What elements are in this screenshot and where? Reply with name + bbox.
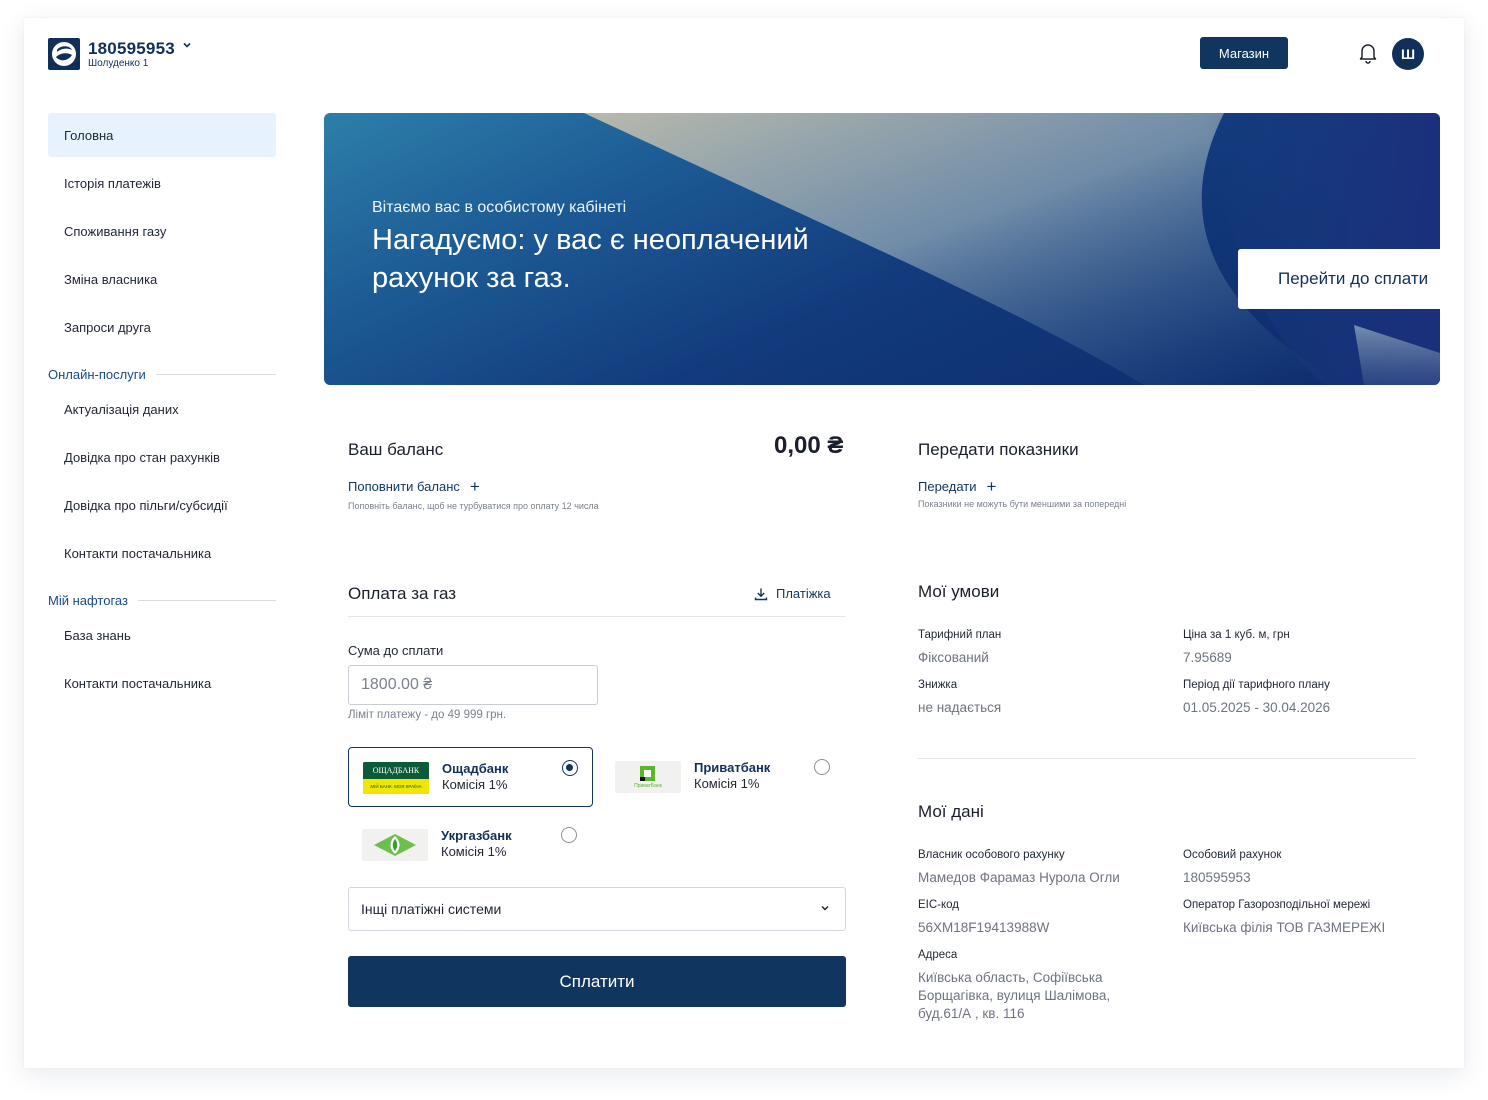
chevron-down-icon xyxy=(821,905,829,911)
shop-button[interactable]: Магазин xyxy=(1200,37,1288,69)
sidebar-item-supplier-contacts-2[interactable]: Контакти постачальника xyxy=(48,661,276,705)
bank-name: Укргазбанк xyxy=(441,828,512,843)
oschadbank-logo-icon: ОЩАДБАНК МІЙ БАНК. МОЯ КРАЇНА xyxy=(363,762,429,794)
sidebar-item-benefits-statement[interactable]: Довідка про пільги/субсидії xyxy=(48,483,276,527)
account-holder-name: Шолуденко 1 xyxy=(88,58,149,69)
payment-divider xyxy=(348,616,846,617)
bank-commission: Комісія 1% xyxy=(694,776,760,791)
link-label: Платіжка xyxy=(776,586,831,601)
personal-account-value: 180595953 xyxy=(1183,870,1251,885)
sidebar-item-gas-consumption[interactable]: Споживання газу xyxy=(48,209,276,253)
eic-label: EIC-код xyxy=(918,899,960,911)
payment-title: Оплата за газ xyxy=(348,584,457,603)
receipt-download-link[interactable]: Платіжка xyxy=(754,586,831,601)
bell-icon[interactable] xyxy=(1358,42,1378,64)
account-number[interactable]: 180595953 xyxy=(88,39,175,59)
conditions-divider xyxy=(918,758,1416,759)
pay-button[interactable]: Сплатити xyxy=(348,956,846,1007)
sidebar-item-payment-history[interactable]: Історія платежів xyxy=(48,161,276,205)
eic-value: 56XM18F19413988W xyxy=(918,920,1050,935)
balance-hint: Поповніть баланс, щоб не турбуватися про… xyxy=(348,501,599,511)
sidebar-section-my-naftogaz: Мій нафтогаз xyxy=(48,593,276,608)
sidebar-item-data-update[interactable]: Актуалізація даних xyxy=(48,387,276,431)
avatar[interactable]: Ш xyxy=(1392,38,1424,70)
radio-selected[interactable] xyxy=(562,760,578,776)
discount-label: Знижка xyxy=(918,679,958,691)
personal-account-label: Особовий рахунок xyxy=(1183,849,1282,861)
amount-input[interactable] xyxy=(348,665,598,705)
logo-text: ПриватБанк xyxy=(634,783,662,789)
address-label: Адреса xyxy=(918,949,958,961)
logo-subtext: МІЙ БАНК. МОЯ КРАЇНА xyxy=(363,779,429,794)
radio-unselected[interactable] xyxy=(561,827,577,843)
plus-icon: + xyxy=(986,477,997,496)
operator-label: Оператор Газорозподільної мережі xyxy=(1183,899,1371,911)
bank-name: Ощадбанк xyxy=(442,761,509,776)
logo-text: ОЩАДБАНК xyxy=(363,762,429,779)
price-label: Ціна за 1 куб. м, грн xyxy=(1183,629,1290,641)
balance-title: Ваш баланс xyxy=(348,440,444,459)
address-value: Київська область, Софіївська Борщагівка,… xyxy=(918,970,1111,1021)
bank-option-ukrgasbank[interactable]: Укргазбанк Комісія 1% xyxy=(348,815,593,875)
sidebar-section-online-services: Онлайн-послуги xyxy=(48,367,276,382)
section-divider xyxy=(155,374,276,375)
balance-value: 0,00 ₴ xyxy=(774,432,844,459)
period-label: Період дії тарифного плану xyxy=(1183,679,1330,691)
select-value: Інщі платіжні системи xyxy=(361,901,502,917)
discount-value: не надається xyxy=(918,700,1002,715)
bank-option-oschadbank[interactable]: ОЩАДБАНК МІЙ БАНК. МОЯ КРАЇНА Ощадбанк К… xyxy=(348,747,593,807)
top-up-balance-link[interactable]: Поповнити баланс + xyxy=(348,477,480,496)
naftogaz-logo-icon[interactable] xyxy=(48,38,80,70)
readings-hint: Показники не можуть бути меншими за попе… xyxy=(918,499,1127,509)
bank-name: Приватбанк xyxy=(694,760,771,775)
my-data-title: Мої дані xyxy=(918,802,984,821)
section-title: Мій нафтогаз xyxy=(48,593,128,608)
tariff-label: Тарифний план xyxy=(918,629,1002,641)
go-to-payment-button[interactable]: Перейти до сплати xyxy=(1238,249,1440,309)
bank-commission: Комісія 1% xyxy=(441,844,507,859)
plus-icon: + xyxy=(469,477,480,496)
privatbank-logo-icon: ПриватБанк xyxy=(615,761,681,793)
owner-value: Мамедов Фарамаз Нурола Огли xyxy=(918,870,1120,885)
download-icon xyxy=(754,588,768,600)
sidebar-item-account-statement[interactable]: Довідка про стан рахунків xyxy=(48,435,276,479)
ukrgasbank-logo-icon xyxy=(362,829,428,861)
chevron-down-icon[interactable] xyxy=(182,40,192,50)
promo-banner: Вітаємо вас в особистому кабінеті Нагаду… xyxy=(324,113,1440,385)
radio-unselected[interactable] xyxy=(814,759,830,775)
tariff-value: Фіксований xyxy=(918,650,989,665)
banner-title: Нагадуємо: у вас є неоплачений рахунок з… xyxy=(372,224,809,294)
link-label: Передати xyxy=(918,479,977,494)
sidebar-item-owner-change[interactable]: Зміна власника xyxy=(48,257,276,301)
owner-label: Власник особового рахунку xyxy=(918,849,1065,861)
sidebar-item-invite-friend[interactable]: Запроси друга xyxy=(48,305,276,349)
bank-commission: Комісія 1% xyxy=(442,777,508,792)
submit-readings-link[interactable]: Передати + xyxy=(918,477,997,496)
sidebar-item-supplier-contacts[interactable]: Контакти постачальника xyxy=(48,531,276,575)
operator-value: Київська філія ТОВ ГАЗМЕРЕЖІ xyxy=(1183,920,1386,935)
section-title: Онлайн-послуги xyxy=(48,367,146,382)
section-divider xyxy=(137,600,276,601)
bank-option-privatbank[interactable]: ПриватБанк Приватбанк Комісія 1% xyxy=(601,747,846,807)
sidebar-item-knowledge-base[interactable]: База знань xyxy=(48,613,276,657)
banner-greeting: Вітаємо вас в особистому кабінеті xyxy=(372,199,627,216)
readings-title: Передати показники xyxy=(918,440,1079,459)
amount-label: Сума до сплати xyxy=(348,643,444,658)
app-window: 180595953 Шолуденко 1 Магазин Ш Головна … xyxy=(24,18,1464,1068)
sidebar-item-home[interactable]: Головна xyxy=(48,113,276,157)
conditions-title: Мої умови xyxy=(918,582,1000,601)
link-label: Поповнити баланс xyxy=(348,479,460,494)
limit-hint: Ліміт платежу - до 49 999 грн. xyxy=(348,709,507,721)
price-value: 7.95689 xyxy=(1183,650,1232,665)
period-value: 01.05.2025 - 30.04.2026 xyxy=(1183,700,1331,715)
other-payment-systems-select[interactable]: Інщі платіжні системи xyxy=(348,887,846,931)
